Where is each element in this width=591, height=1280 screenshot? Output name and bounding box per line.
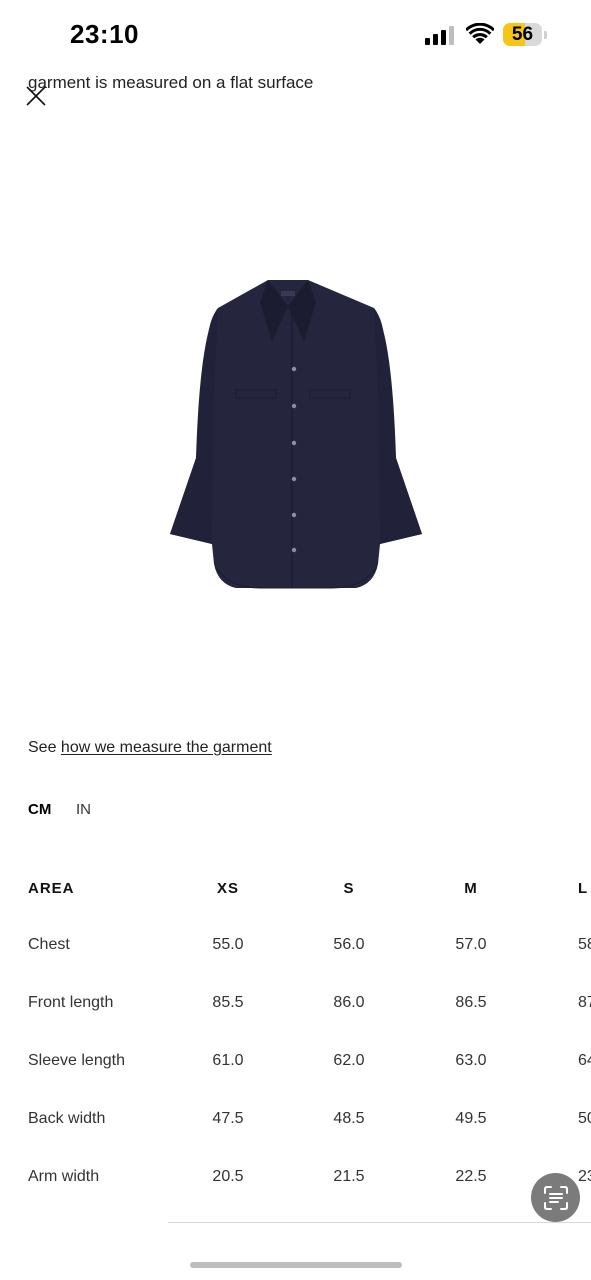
row-area-front-length: Front length <box>28 994 114 1011</box>
row-area-sleeve-length: Sleeve length <box>28 1052 125 1069</box>
row-area-back-width: Back width <box>28 1110 106 1127</box>
measurement-caption-text: garment is measured on a flat surface <box>28 76 314 92</box>
status-time: 23:10 <box>70 19 139 49</box>
cell-front-length-m: 86.5 <box>455 994 487 1011</box>
cell-sleeve-length-s: 62.0 <box>333 1052 365 1069</box>
cell-arm-width-m: 22.5 <box>455 1168 487 1185</box>
table-header-l-clip: L <box>574 880 591 900</box>
unit-in-toggle[interactable]: IN <box>76 801 91 818</box>
measure-info: See how we measure the garment <box>28 739 272 757</box>
close-icon[interactable] <box>25 85 47 107</box>
cell-chest-m: 57.0 <box>455 936 487 953</box>
measurement-caption: garment is measured on a flat surface <box>28 76 328 93</box>
cell-sleeve-length-m: 63.0 <box>455 1052 487 1069</box>
battery-cap <box>544 31 547 39</box>
battery-level: 56 <box>511 24 534 45</box>
measure-prefix: See <box>28 739 61 756</box>
battery-body: 56 <box>503 23 542 46</box>
navy-shirt-image <box>170 280 422 589</box>
row-area-chest: Chest <box>28 936 70 953</box>
cell-sleeve-length-xs: 61.0 <box>212 1052 244 1069</box>
battery-indicator: 56 <box>503 23 547 46</box>
cell-front-length-s: 86.0 <box>333 994 365 1011</box>
text-scan-button[interactable] <box>531 1173 580 1222</box>
cell-back-width-xs: 47.5 <box>212 1110 244 1127</box>
cellular-signal-icon <box>425 26 454 45</box>
cell-arm-width-l: 23 <box>578 1168 591 1185</box>
text-scan-icon <box>543 1185 568 1210</box>
cell-front-length-l-clip: 87 <box>574 994 591 1014</box>
table-header-xs: XS <box>216 880 239 897</box>
table-header-area: AREA <box>28 880 75 897</box>
table-header-s: S <box>343 880 355 897</box>
unit-cm-toggle[interactable]: CM <box>28 801 51 818</box>
cell-sleeve-length-l-clip: 64 <box>574 1052 591 1072</box>
cell-arm-width-s: 21.5 <box>333 1168 365 1185</box>
cell-back-width-s: 48.5 <box>333 1110 365 1127</box>
wifi-icon <box>466 23 494 44</box>
status-bar: 23:10 56 <box>0 0 591 70</box>
home-indicator[interactable] <box>190 1262 402 1268</box>
table-header-l: L <box>578 880 589 897</box>
cell-chest-l-clip: 58 <box>574 936 591 956</box>
cell-arm-width-xs: 20.5 <box>212 1168 244 1185</box>
cell-chest-s: 56.0 <box>333 936 365 953</box>
cell-front-length-xs: 85.5 <box>212 994 244 1011</box>
table-divider <box>168 1222 591 1223</box>
cell-chest-xs: 55.0 <box>212 936 244 953</box>
row-area-arm-width: Arm width <box>28 1168 100 1185</box>
cell-back-width-l: 50 <box>578 1110 591 1127</box>
cell-chest-l: 58 <box>578 936 591 953</box>
cell-back-width-m: 49.5 <box>455 1110 487 1127</box>
cell-front-length-l: 87 <box>578 994 591 1011</box>
how-we-measure-link[interactable]: how we measure the garment <box>61 739 272 756</box>
table-header-m: M <box>464 880 478 897</box>
cell-sleeve-length-l: 64 <box>578 1052 591 1069</box>
cell-back-width-l-clip: 50 <box>574 1110 591 1130</box>
